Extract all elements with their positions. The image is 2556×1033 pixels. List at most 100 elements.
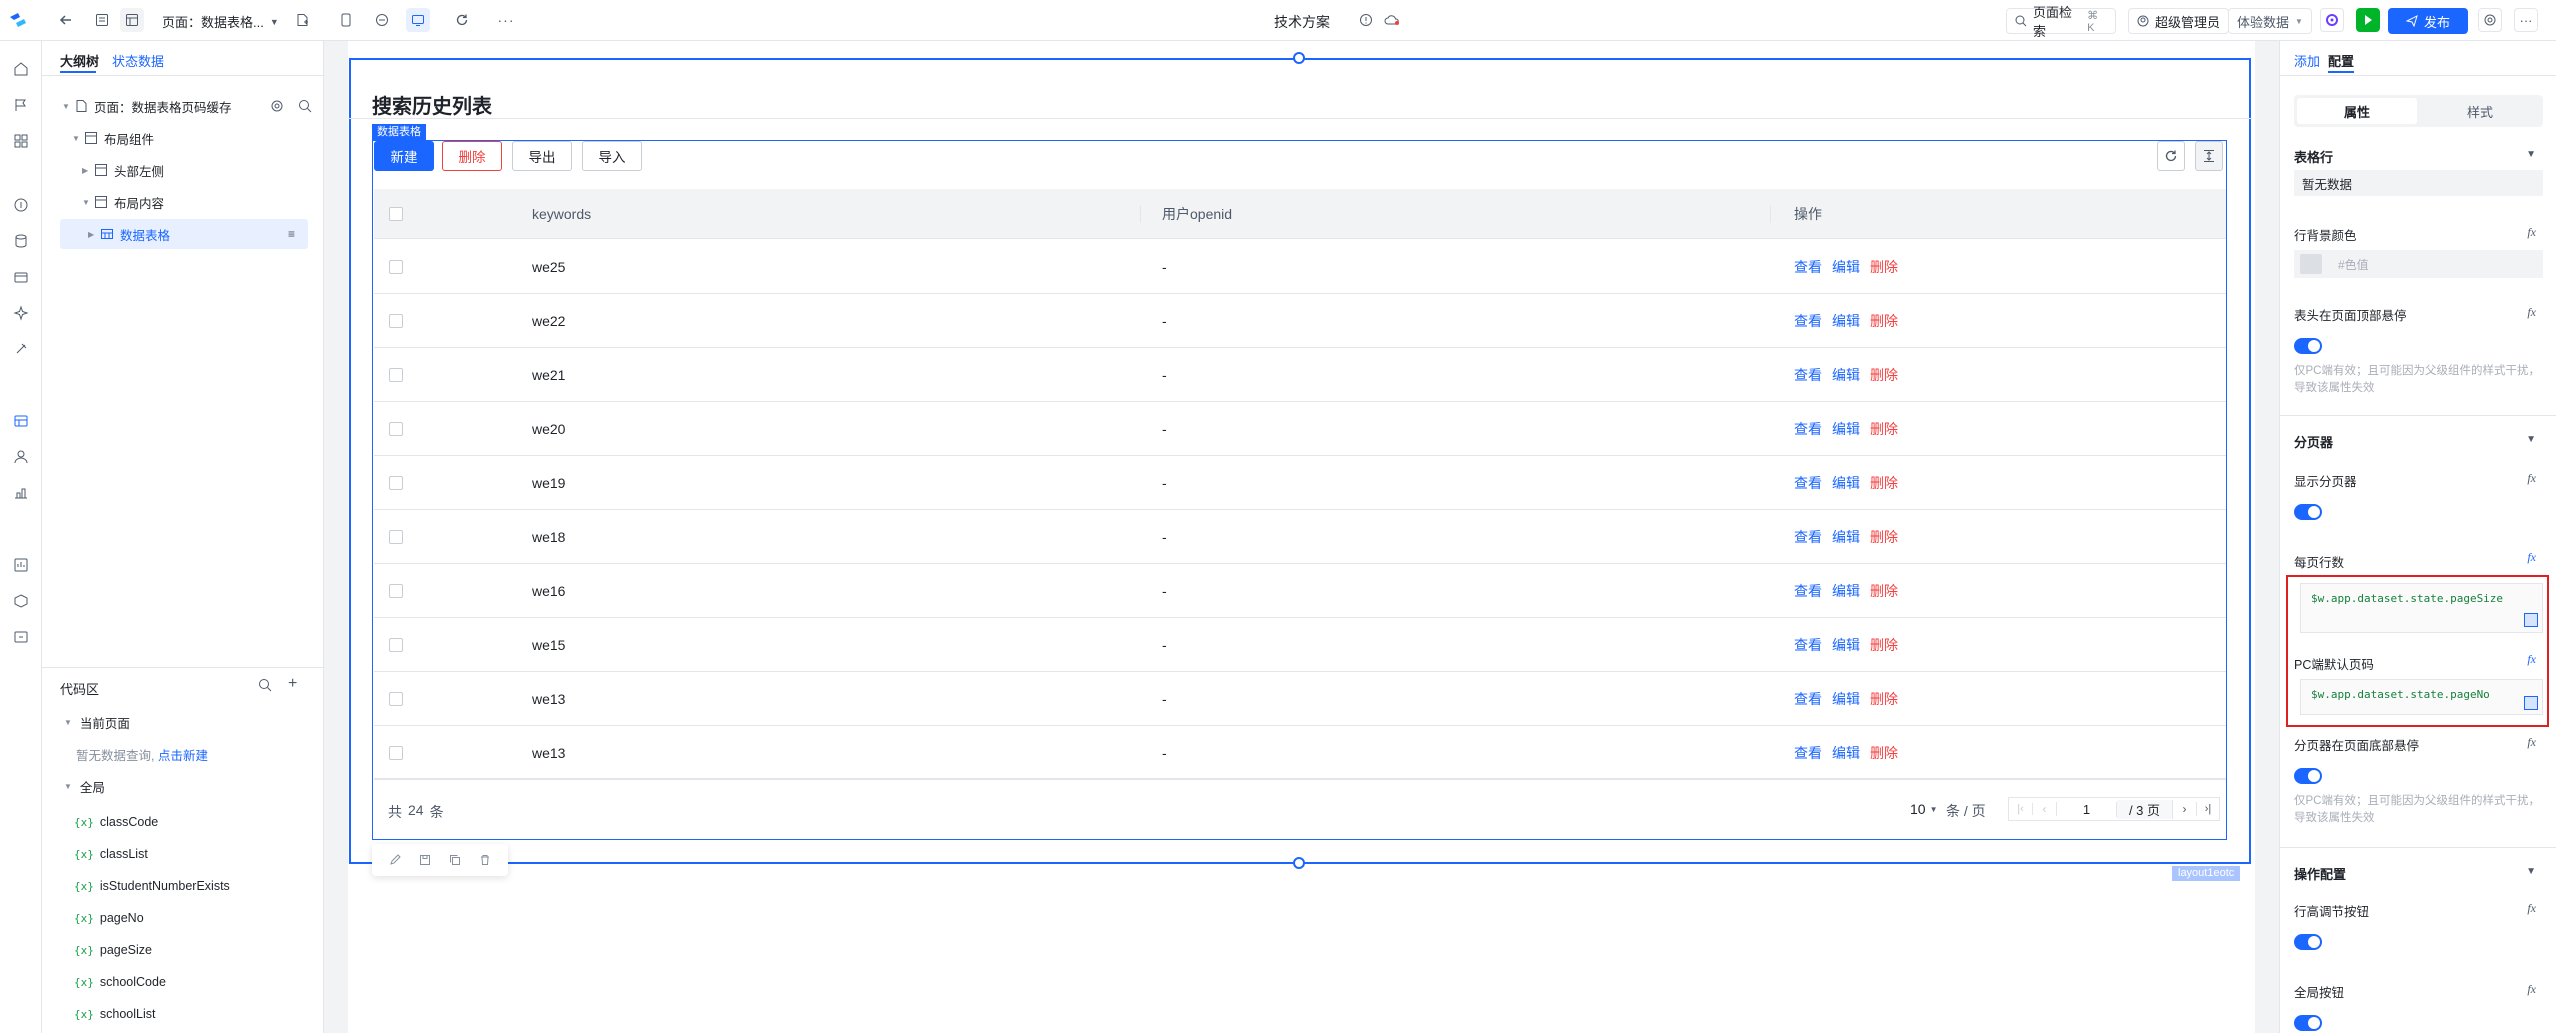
tab-outline[interactable]: 大纲树 <box>60 51 99 70</box>
fx-icon[interactable]: fx <box>2527 471 2536 486</box>
row-checkbox[interactable] <box>389 529 403 544</box>
row-checkbox[interactable] <box>389 583 403 598</box>
page-input[interactable]: 1 <box>2057 801 2117 817</box>
row-checkbox[interactable] <box>389 475 403 490</box>
layout-icon[interactable] <box>120 8 144 32</box>
tablet-view-icon[interactable] <box>370 8 394 32</box>
delete-link[interactable]: 删除 <box>1870 635 1898 655</box>
edit-link[interactable]: 编辑 <box>1832 527 1860 547</box>
data-mode-select[interactable]: 体验数据 ▼ <box>2228 8 2312 34</box>
row-checkbox[interactable] <box>389 421 403 436</box>
tree-node-page[interactable]: ▼ 页面：数据表格页码缓存 <box>62 91 312 121</box>
users-icon[interactable] <box>11 447 31 467</box>
gear-icon[interactable] <box>270 99 284 113</box>
storage-icon[interactable] <box>11 267 31 287</box>
show-pager-toggle[interactable] <box>2294 504 2322 520</box>
tree-node-data-table[interactable]: ▶ 数据表格 ≡ <box>88 219 308 249</box>
tree-node-layout[interactable]: ▼ 布局组件 <box>72 123 320 153</box>
edit-link[interactable]: 编辑 <box>1832 257 1860 277</box>
edit-link[interactable]: 编辑 <box>1832 311 1860 331</box>
api-icon[interactable] <box>11 195 31 215</box>
refresh-icon[interactable] <box>450 8 474 32</box>
new-page-icon[interactable] <box>290 8 314 32</box>
fx-icon[interactable]: fx <box>2527 735 2536 750</box>
view-link[interactable]: 查看 <box>1794 743 1822 763</box>
edit-link[interactable]: 编辑 <box>1832 419 1860 439</box>
view-link[interactable]: 查看 <box>1794 689 1822 709</box>
edit-icon[interactable] <box>389 854 401 866</box>
view-link[interactable]: 查看 <box>1794 257 1822 277</box>
fx-icon[interactable]: fx <box>2527 305 2536 320</box>
delete-link[interactable]: 删除 <box>1870 689 1898 709</box>
row-bg-color-input[interactable]: #色值 <box>2294 250 2543 278</box>
more-icon[interactable]: ··· <box>494 8 518 32</box>
new-button[interactable]: 新建 <box>374 141 434 171</box>
preview-eye-icon[interactable] <box>2320 8 2344 32</box>
edit-link[interactable]: 编辑 <box>1832 689 1860 709</box>
fx-icon[interactable]: fx <box>2527 550 2536 565</box>
database-icon[interactable] <box>11 231 31 251</box>
delete-link[interactable]: 删除 <box>1870 473 1898 493</box>
save-icon[interactable] <box>419 854 431 866</box>
row-height-icon[interactable] <box>2195 141 2223 171</box>
edit-link[interactable]: 编辑 <box>1832 743 1860 763</box>
view-link[interactable]: 查看 <box>1794 473 1822 493</box>
segment-styles[interactable]: 样式 <box>2420 98 2540 124</box>
cloud-sync-icon[interactable] <box>1380 8 1404 32</box>
row-data-select[interactable]: 暂无数据 <box>2294 170 2543 196</box>
row-checkbox[interactable] <box>389 313 403 328</box>
chevron-down-icon[interactable]: ▼ <box>2526 434 2536 445</box>
delete-link[interactable]: 删除 <box>1870 311 1898 331</box>
view-link[interactable]: 查看 <box>1794 311 1822 331</box>
edit-link[interactable]: 编辑 <box>1832 365 1860 385</box>
delete-link[interactable]: 删除 <box>1870 527 1898 547</box>
delete-link[interactable]: 删除 <box>1870 365 1898 385</box>
segment-properties[interactable]: 属性 <box>2297 98 2417 124</box>
back-arrow-icon[interactable] <box>54 8 78 32</box>
edit-link[interactable]: 编辑 <box>1832 473 1860 493</box>
prev-page-icon[interactable]: ‹ <box>2033 802 2057 816</box>
variable-item[interactable]: {x} schoolCode <box>74 972 166 992</box>
search-icon[interactable] <box>298 99 312 113</box>
next-page-icon[interactable]: › <box>2173 802 2197 816</box>
variable-item[interactable]: {x} classList <box>74 844 148 864</box>
view-link[interactable]: 查看 <box>1794 365 1822 385</box>
run-icon[interactable] <box>2356 8 2380 32</box>
page-size-select[interactable]: 10 ▼ <box>1910 801 1938 817</box>
row-checkbox[interactable] <box>389 745 403 760</box>
add-icon[interactable]: + <box>288 675 297 693</box>
drag-handle-icon[interactable]: ≡ <box>288 227 295 241</box>
plugin-icon[interactable] <box>11 339 31 359</box>
default-page-expression[interactable]: $w.app.dataset.state.pageNo <box>2300 679 2543 715</box>
app-logo-icon[interactable] <box>6 8 30 32</box>
variable-item[interactable]: {x} classCode <box>74 812 158 832</box>
row-checkbox[interactable] <box>389 367 403 382</box>
row-height-btn-toggle[interactable] <box>2294 934 2322 950</box>
info-icon[interactable] <box>1354 8 1378 32</box>
global-btn-toggle[interactable] <box>2294 1015 2322 1031</box>
package-icon[interactable] <box>11 627 31 647</box>
variable-item[interactable]: {x} pageNo <box>74 908 144 928</box>
edit-link[interactable]: 编辑 <box>1832 581 1860 601</box>
desktop-view-icon[interactable] <box>406 8 430 32</box>
resize-handle-top[interactable] <box>1293 52 1305 64</box>
fx-icon[interactable]: fx <box>2527 982 2536 997</box>
variable-item[interactable]: {x} isStudentNumberExists <box>74 876 230 896</box>
global-group[interactable]: ▼ 全局 <box>64 777 105 796</box>
copy-icon[interactable] <box>449 854 461 866</box>
page-list-icon[interactable] <box>90 8 114 32</box>
pager-sticky-toggle[interactable] <box>2294 768 2322 784</box>
table-model-icon[interactable] <box>11 411 31 431</box>
delete-link[interactable]: 删除 <box>1870 257 1898 277</box>
delete-button[interactable]: 删除 <box>442 141 502 171</box>
tab-config[interactable]: 配置 <box>2328 51 2354 70</box>
current-page-group[interactable]: ▼ 当前页面 <box>64 713 130 732</box>
tab-state-data[interactable]: 状态数据 <box>112 51 164 70</box>
home-icon[interactable] <box>11 59 31 79</box>
color-swatch[interactable] <box>2300 254 2322 274</box>
chevron-down-icon[interactable]: ▼ <box>2526 149 2536 160</box>
expand-editor-icon[interactable] <box>2524 613 2538 627</box>
tree-node-layout-content[interactable]: ▼ 布局内容 <box>82 187 330 217</box>
settings-icon[interactable] <box>2478 8 2502 32</box>
ai-sparkle-icon[interactable] <box>11 303 31 323</box>
